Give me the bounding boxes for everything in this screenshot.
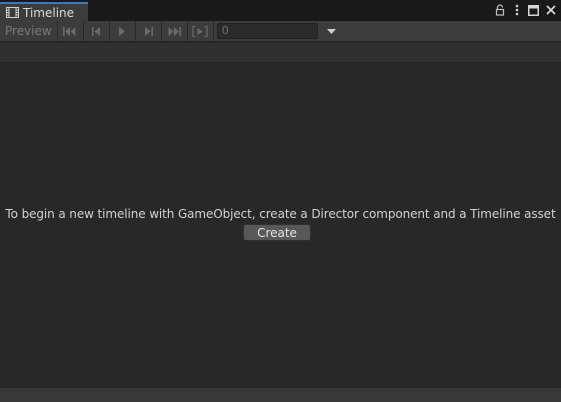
tab-timeline[interactable]: Timeline xyxy=(0,2,88,21)
play-button[interactable] xyxy=(110,20,136,42)
film-icon xyxy=(6,7,19,18)
play-icon xyxy=(118,26,126,36)
time-format-dropdown[interactable] xyxy=(320,21,344,42)
lock-icon[interactable] xyxy=(493,3,506,17)
chevron-down-icon xyxy=(327,24,337,38)
create-button[interactable]: Create xyxy=(243,224,311,241)
maximize-icon[interactable] xyxy=(527,3,540,17)
timeline-header-strip xyxy=(0,43,561,63)
tab-title: Timeline xyxy=(23,5,75,20)
close-icon[interactable] xyxy=(544,3,557,17)
goto-start-button[interactable] xyxy=(58,20,84,42)
goto-end-button[interactable] xyxy=(162,20,188,42)
goto-end-icon xyxy=(167,26,182,36)
preview-button[interactable]: Preview xyxy=(0,20,58,42)
play-range-icon xyxy=(192,25,208,37)
goto-start-icon xyxy=(63,26,77,36)
play-range-button[interactable] xyxy=(188,20,214,42)
previous-frame-icon xyxy=(91,26,101,36)
previous-frame-button[interactable] xyxy=(84,20,110,42)
timeline-toolbar: Preview 0 xyxy=(0,20,561,42)
next-frame-button[interactable] xyxy=(136,20,162,42)
window-controls xyxy=(493,3,557,17)
bottom-bar xyxy=(0,388,561,402)
more-vertical-icon[interactable] xyxy=(510,3,523,17)
timeline-content-area: To begin a new timeline with GameObject,… xyxy=(0,64,561,388)
timeline-window: Timeline Preview 0 To begin a new timeli… xyxy=(0,0,561,402)
empty-state-message: To begin a new timeline with GameObject,… xyxy=(5,207,556,221)
current-time-field[interactable]: 0 xyxy=(216,23,318,39)
next-frame-icon xyxy=(144,26,153,36)
tab-bar: Timeline xyxy=(0,0,561,21)
